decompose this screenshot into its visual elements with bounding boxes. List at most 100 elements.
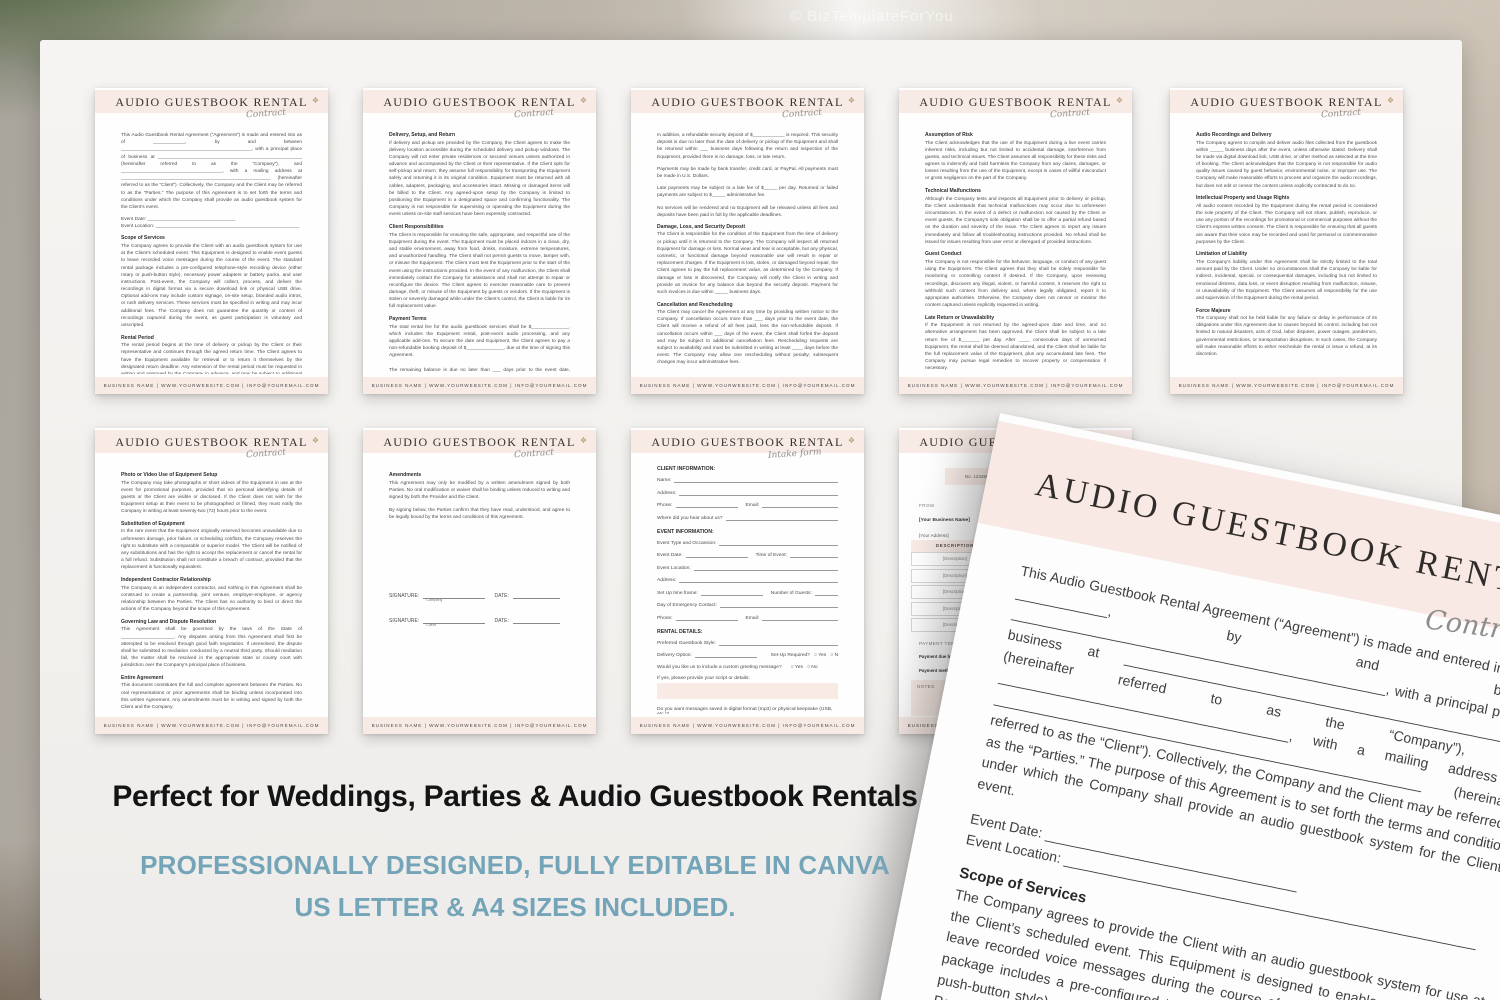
signature-label: SIGNATURE: <box>389 617 420 624</box>
date-label: DATE: <box>494 617 509 624</box>
yes-no-options: ○ Yes ○ No <box>790 664 818 670</box>
section-heading: Client Responsibilities <box>389 224 444 231</box>
intro-paragraph: This Audio Guestbook Rental Agreement (“… <box>121 133 302 210</box>
contract-script-label: Contract <box>781 107 823 121</box>
section-body: If the Equipment is not returned by the … <box>925 323 1106 372</box>
field-line <box>693 565 838 571</box>
marketing-heading: Perfect for Weddings, Parties & Audio Gu… <box>112 780 918 813</box>
signer-caption: Client <box>426 622 436 627</box>
field-line <box>762 615 838 621</box>
listing-image: © BizTemplateForYou AUDIO GUESTBOOK RENT… <box>0 0 1500 1000</box>
contract-page-6: AUDIO GUESTBOOK RENTAL ❖ Contract Photo … <box>95 428 328 734</box>
crest-icon: ❖ <box>1115 96 1123 105</box>
page-body: Photo or Video Use of Equipment Setup Th… <box>121 472 302 714</box>
contract-script-label: Contract <box>245 107 287 121</box>
field-label: Event Location: <box>657 565 691 571</box>
marketing-block: Perfect for Weddings, Parties & Audio Gu… <box>40 780 990 923</box>
page-footer: BUSINESS NAME | WWW.YOURWEBSITE.COM | IN… <box>95 377 328 394</box>
question-label: If yes, please provide your script or de… <box>657 676 750 681</box>
contract-page-1: AUDIO GUESTBOOK RENTAL ❖ Contract This A… <box>95 88 328 394</box>
crest-icon: ❖ <box>579 436 587 445</box>
section-heading: Substitution of Equipment <box>121 520 185 527</box>
section-body: The Client may cancel the Agreement at a… <box>657 310 838 366</box>
section-heading: Limitation of Liability <box>1196 251 1248 258</box>
signature-row-company: SIGNATURE: Company DATE: <box>389 592 570 602</box>
page-title: AUDIO GUESTBOOK RENTAL <box>651 435 844 449</box>
signature-row-client: SIGNATURE: Client DATE: <box>389 617 570 627</box>
page-title: AUDIO GUESTBOOK RENTAL <box>115 435 308 449</box>
page-footer: BUSINESS NAME | WWW.YOURWEBSITE.COM | IN… <box>631 377 864 394</box>
page-title: AUDIO GUESTBOOK RENTAL <box>383 435 576 449</box>
section-heading: Assumption of Risk <box>925 132 973 138</box>
page-body: This Audio Guestbook Rental Agreement (“… <box>121 132 302 374</box>
field-label: Email: <box>745 615 760 621</box>
page-footer: BUSINESS NAME | WWW.YOURWEBSITE.COM | IN… <box>363 717 596 734</box>
field-label: Preferred Guestbook Style: <box>657 640 716 646</box>
section-body: This Agreement shall be governed by the … <box>121 627 302 669</box>
page-footer: BUSINESS NAME | WWW.YOURWEBSITE.COM | IN… <box>95 717 328 734</box>
section-heading: Delivery, Setup, and Return <box>389 132 456 138</box>
contract-page-2: AUDIO GUESTBOOK RENTAL ❖ Contract Delive… <box>363 88 596 394</box>
crest-icon: ❖ <box>847 436 855 445</box>
signature-line: Client <box>423 617 485 627</box>
section-body: Although the Company tests and inspects … <box>925 196 1106 245</box>
contract-script-label: Contract <box>1320 107 1362 121</box>
setup-required-options: Set-Up Required? ○ Yes ○ No <box>770 653 838 658</box>
page-footer: BUSINESS NAME | WWW.YOURWEBSITE.COM | IN… <box>363 377 596 394</box>
section-heading: Late Return or Unavailability <box>925 314 995 321</box>
section-body: If delivery and pickup are provided by t… <box>389 140 570 218</box>
page-body: In addition, a refundable security depos… <box>657 132 838 374</box>
marketing-subline-1: PROFESSIONALLY DESIGNED, FULLY EDITABLE … <box>140 850 890 880</box>
field-line <box>685 552 748 558</box>
form-question: Do you want messages saved in digital fo… <box>657 707 838 714</box>
contract-page-4: AUDIO GUESTBOOK RENTAL ❖ Contract Assump… <box>899 88 1132 394</box>
section-body: The Company shall not be held liable for… <box>1196 316 1377 357</box>
form-section-heading: EVENT INFORMATION: <box>657 528 714 535</box>
section-body: In the rare event that the Equipment ori… <box>121 529 302 571</box>
page-header: AUDIO GUESTBOOK RENTAL ❖ Contract <box>1170 90 1403 120</box>
crest-icon: ❖ <box>1386 96 1394 105</box>
section-heading: Scope of Services <box>121 235 165 242</box>
form-row: Where did you hear about us? <box>657 515 838 521</box>
form-row: Set Up time frame: Number of Guests: <box>657 590 838 596</box>
section-body: The Company agrees to provide the Client… <box>121 243 302 328</box>
field-line <box>679 490 838 496</box>
section-body: The Company may take photographs or shor… <box>121 480 302 515</box>
contract-script-label: Contract <box>513 107 555 121</box>
field-line <box>814 590 838 596</box>
form-row: Would you like us to include a custom gr… <box>657 665 838 670</box>
form-row: Address: <box>657 490 838 496</box>
section-body: The Company agrees to compile and delive… <box>1196 140 1377 189</box>
section-heading: Rental Period <box>121 334 154 341</box>
event-fields: Event Date: ____________________________… <box>121 217 300 230</box>
field-label: Event Date: <box>657 553 683 558</box>
field-label: Would you like us to include a custom gr… <box>657 664 782 670</box>
crest-icon: ❖ <box>311 96 319 105</box>
form-row: Day of Emergency Contact: <box>657 602 838 608</box>
field-label: Number of Guests: <box>770 590 812 596</box>
paragraph: Late payments may be subject to a late f… <box>657 186 838 199</box>
field-line <box>719 540 838 546</box>
field-label: Event Type and Occassion: <box>657 540 717 546</box>
form-row: Event Location: <box>657 565 838 571</box>
contract-script-label: Contract <box>245 447 287 461</box>
signer-caption: Company <box>426 597 443 602</box>
page-title: AUDIO GUESTBOOK RENTAL <box>383 95 576 109</box>
form-section-heading: CLIENT INFORMATION: <box>657 466 716 472</box>
page-header: AUDIO GUESTBOOK RENTAL ❖ Contract <box>363 430 596 460</box>
form-row: Event Type and Occassion: <box>657 540 838 546</box>
page-body: Amendments This Agreement may only be mo… <box>389 472 570 714</box>
marketing-subline-2: US LETTER & A4 SIZES INCLUDED. <box>294 892 736 922</box>
section-heading: Governing Law and Dispute Resolution <box>121 618 217 625</box>
field-line <box>762 502 838 508</box>
field-label: Set Up time frame: <box>657 590 698 596</box>
section-heading: Damage, Loss, and Security Deposit <box>657 223 746 230</box>
paragraph: No services will be rendered and no Equi… <box>657 205 838 218</box>
field-label: Name: <box>657 478 672 483</box>
field-line <box>694 652 757 658</box>
crest-icon: ❖ <box>847 96 855 105</box>
form-question: If yes, please provide your script or de… <box>657 676 838 699</box>
confirmation-paragraph: By signing below, the Parties confirm th… <box>389 507 570 520</box>
field-line <box>719 602 838 608</box>
field-line <box>725 515 838 521</box>
